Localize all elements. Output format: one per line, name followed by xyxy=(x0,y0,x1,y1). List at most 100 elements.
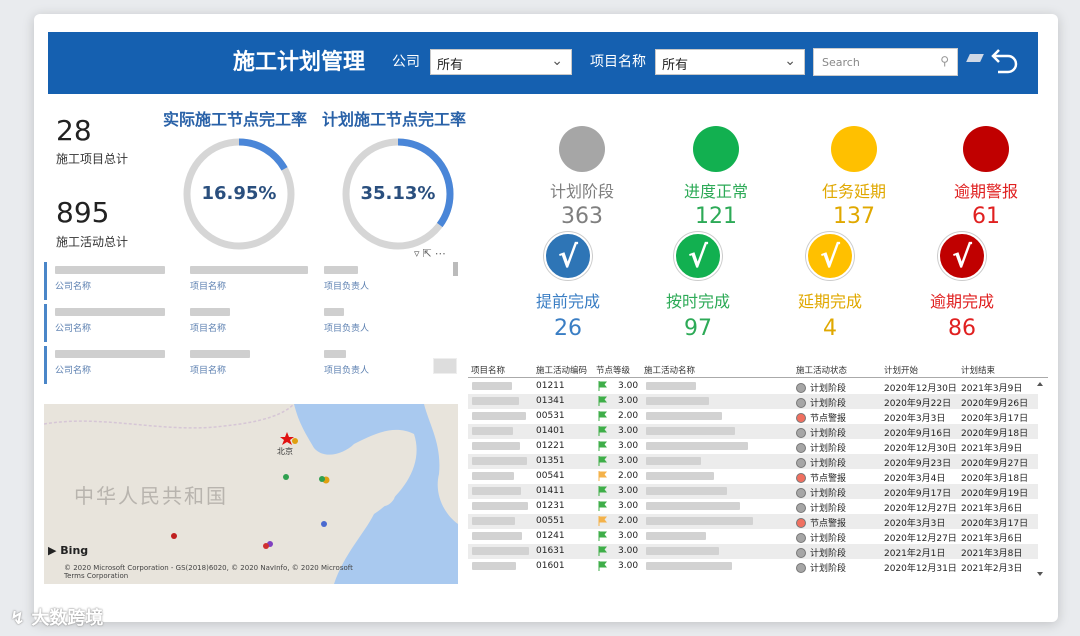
activities-total: 895 xyxy=(56,196,110,229)
status-label: 任务延期 xyxy=(821,182,886,201)
status-dot-icon xyxy=(963,126,1009,172)
start-cell: 2020年9月17日 xyxy=(884,489,952,499)
table-row[interactable]: 01411 3.00 计划阶段 2020年9月17日 2020年9月19日 xyxy=(468,484,1038,499)
project-cell xyxy=(472,382,512,393)
focus-mode-icon[interactable]: ⇱ xyxy=(423,247,435,260)
table-row[interactable]: 01241 3.00 计划阶段 2020年12月27日 2021年3月6日 xyxy=(468,529,1038,544)
more-options-icon[interactable]: ⋯ xyxy=(435,247,449,260)
start-cell: 2021年2月1日 xyxy=(884,549,946,559)
status-text: 计划阶段 xyxy=(810,564,847,574)
watermark-text: 大数跨境 xyxy=(31,608,104,629)
flag-icon xyxy=(598,441,608,454)
map-marker[interactable] xyxy=(283,474,289,480)
back-icon[interactable] xyxy=(990,46,1020,78)
level-cell: 2.00 xyxy=(618,516,639,526)
table-row[interactable]: 00541 2.00 节点警报 2020年3月4日 2020年3月18日 xyxy=(468,469,1038,484)
table-row[interactable]: 01351 3.00 计划阶段 2020年9月23日 2020年9月27日 xyxy=(468,454,1038,469)
status-circle-icon xyxy=(796,383,806,393)
list-thumbnail xyxy=(433,358,457,374)
col-header-end[interactable]: 计划结束 xyxy=(961,364,995,376)
map-marker[interactable] xyxy=(321,521,327,527)
status-dot-icon xyxy=(693,126,739,172)
col-header-activity[interactable]: 施工活动名称 xyxy=(644,364,695,376)
map-marker[interactable] xyxy=(319,476,325,482)
completion-tile[interactable]: √ 逾期完成 86 xyxy=(902,232,1022,341)
list-caption-manager: 项目负责人 xyxy=(324,282,370,292)
filter-icon[interactable]: ▿ xyxy=(414,247,423,260)
project-cell xyxy=(472,502,528,513)
company-select-value: 所有 xyxy=(437,58,464,73)
col-header-code[interactable]: 施工活动编码 xyxy=(536,364,587,376)
level-cell: 3.00 xyxy=(618,546,639,556)
status-cell: 计划阶段 xyxy=(796,456,846,469)
completion-label: 延期完成 xyxy=(797,292,862,311)
visual-header-icons[interactable]: ▿⇱⋯ xyxy=(414,247,449,260)
status-tile[interactable]: 计划阶段 363 xyxy=(522,126,642,229)
activity-cell xyxy=(646,442,748,453)
chevron-down-icon: ⌄ xyxy=(551,53,563,69)
activity-cell xyxy=(646,532,706,543)
map-copyright: © 2020 Microsoft Corporation - GS(2018)6… xyxy=(64,564,353,580)
status-text: 节点警报 xyxy=(810,414,847,424)
completion-label: 逾期完成 xyxy=(929,292,994,311)
bing-logo: ▶ Bing xyxy=(48,544,89,557)
table-row[interactable]: 01601 3.00 计划阶段 2020年12月31日 2021年2月3日 xyxy=(468,559,1038,574)
completion-tile[interactable]: √ 提前完成 26 xyxy=(508,232,628,341)
table-row[interactable]: 01401 3.00 计划阶段 2020年9月16日 2020年9月18日 xyxy=(468,424,1038,439)
table-row[interactable]: 01231 3.00 计划阶段 2020年12月27日 2021年3月6日 xyxy=(468,499,1038,514)
status-text: 计划阶段 xyxy=(810,489,847,499)
level-cell: 3.00 xyxy=(618,486,639,496)
table-scrollbar[interactable] xyxy=(1036,380,1044,580)
status-circle-icon xyxy=(796,473,806,483)
table-row[interactable]: 00551 2.00 节点警报 2020年3月3日 2020年3月17日 xyxy=(468,514,1038,529)
col-header-project[interactable]: 项目名称 xyxy=(471,364,505,376)
table-row[interactable]: 01631 3.00 计划阶段 2021年2月1日 2021年3月8日 xyxy=(468,544,1038,559)
status-cell: 计划阶段 xyxy=(796,561,846,574)
list-item[interactable]: 公司名称 项目名称 项目负责人 xyxy=(44,346,460,384)
completion-tile[interactable]: √ 按时完成 97 xyxy=(638,232,758,341)
level-cell: 3.00 xyxy=(618,396,639,406)
status-text: 节点警报 xyxy=(810,519,847,529)
map-marker[interactable] xyxy=(292,438,298,444)
end-cell: 2020年3月18日 xyxy=(961,474,1029,484)
list-caption-company: 公司名称 xyxy=(55,324,92,334)
status-text: 计划阶段 xyxy=(810,384,847,394)
flag-icon xyxy=(598,486,608,499)
list-caption-company: 公司名称 xyxy=(55,366,92,376)
level-cell: 2.00 xyxy=(618,411,639,421)
activity-cell xyxy=(646,397,709,408)
project-select[interactable]: 所有 ⌄ xyxy=(655,49,805,75)
table-row[interactable]: 00531 2.00 节点警报 2020年3月3日 2020年3月17日 xyxy=(468,409,1038,424)
table-row[interactable]: 01211 3.00 计划阶段 2020年12月30日 2021年3月9日 xyxy=(468,379,1038,394)
start-cell: 2020年9月16日 xyxy=(884,429,952,439)
scroll-down-icon[interactable] xyxy=(1037,572,1043,576)
start-cell: 2020年3月3日 xyxy=(884,414,946,424)
map-marker[interactable] xyxy=(171,533,177,539)
map-marker[interactable] xyxy=(263,543,269,549)
list-caption-project: 项目名称 xyxy=(190,282,227,292)
status-tile[interactable]: 逾期警报 61 xyxy=(926,126,1046,229)
scroll-up-icon[interactable] xyxy=(1037,382,1043,386)
status-tile[interactable]: 任务延期 137 xyxy=(794,126,914,229)
code-cell: 01401 xyxy=(536,426,565,436)
completion-tile[interactable]: √ 延期完成 4 xyxy=(770,232,890,341)
col-header-start[interactable]: 计划开始 xyxy=(884,364,918,376)
table-row[interactable]: 01341 3.00 计划阶段 2020年9月22日 2020年9月26日 xyxy=(468,394,1038,409)
company-select[interactable]: 所有 ⌄ xyxy=(430,49,572,75)
project-cell xyxy=(472,532,522,543)
check-icon: √ xyxy=(806,232,854,280)
company-label: 公司 xyxy=(392,54,420,70)
end-cell: 2020年9月26日 xyxy=(961,399,1029,409)
level-cell: 3.00 xyxy=(618,381,639,391)
list-scrollbar[interactable] xyxy=(453,262,458,276)
list-item[interactable]: 公司名称 项目名称 项目负责人 xyxy=(44,262,460,300)
list-item[interactable]: 公司名称 项目名称 项目负责人 xyxy=(44,304,460,342)
projects-total: 28 xyxy=(56,114,92,147)
project-cell xyxy=(472,397,519,408)
col-header-status[interactable]: 施工活动状态 xyxy=(796,364,847,376)
col-header-level[interactable]: 节点等级 xyxy=(596,364,630,376)
search-input[interactable]: Search ⚲ xyxy=(813,48,958,76)
status-tile[interactable]: 进度正常 121 xyxy=(656,126,776,229)
table-row[interactable]: 01221 3.00 计划阶段 2020年12月30日 2021年3月9日 xyxy=(468,439,1038,454)
map-visual[interactable]: 中华人民共和国 北京 ▶ Bing © 2020 Microsoft Corpo… xyxy=(44,404,458,584)
